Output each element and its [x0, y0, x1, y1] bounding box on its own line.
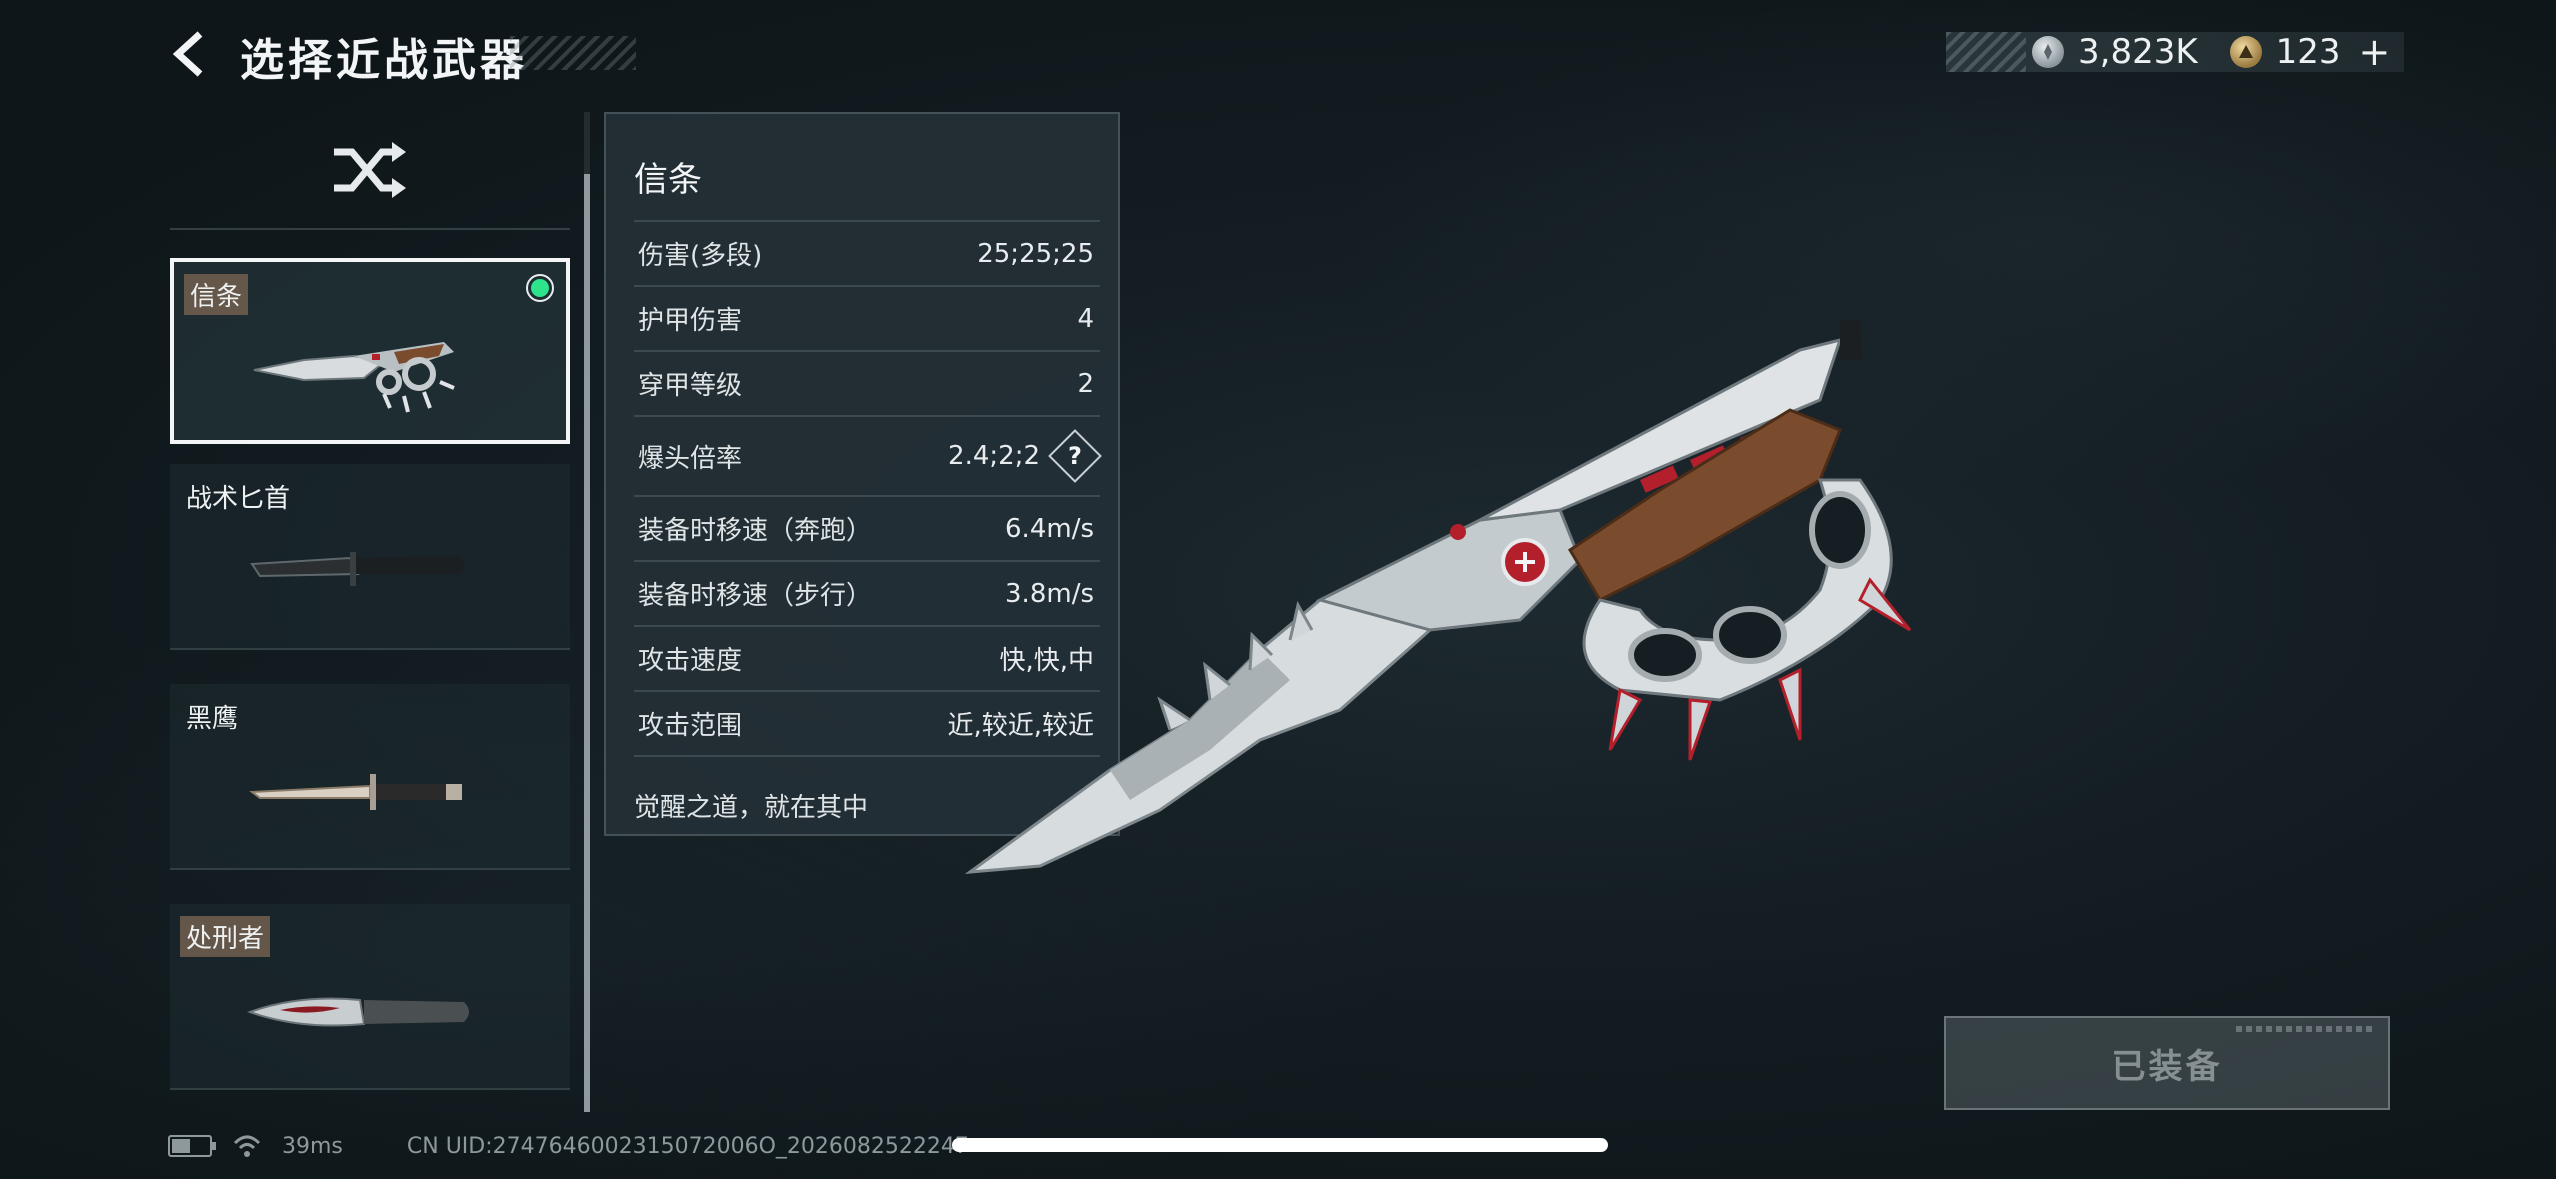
silver-coin-icon: [2032, 36, 2064, 68]
weapon-card-xintiao[interactable]: 信条: [170, 258, 570, 444]
random-weapon-button[interactable]: [170, 112, 570, 230]
weapon-name: 处刑者: [180, 916, 271, 957]
weapon-card-black-hawk[interactable]: 黑鹰: [170, 684, 570, 870]
weapon-thumbnail-black-hawk: [249, 774, 462, 810]
stat-label: 穿甲等级: [638, 371, 743, 401]
home-indicator[interactable]: [952, 1138, 1608, 1152]
status-bar: 39ms CN UID:2747646002315072006O_2026082…: [168, 1128, 969, 1164]
stat-label: 攻击范围: [638, 711, 743, 741]
equipped-button[interactable]: 已装备: [1944, 1016, 2390, 1110]
stat-label: 爆头倍率: [638, 443, 743, 474]
page-title: 选择近战武器: [240, 35, 528, 86]
stats-weapon-name: 信条: [634, 160, 702, 200]
title-decoration: [510, 36, 636, 70]
stat-value: 25;25;25: [977, 238, 1094, 269]
stat-label: 护甲伤害: [638, 306, 743, 336]
back-button[interactable]: [168, 28, 212, 80]
weapon-card-tactical-dagger[interactable]: 战术匕首: [170, 464, 570, 650]
wifi-icon: [233, 1135, 261, 1157]
weapon-card-executioner[interactable]: 处刑者: [170, 904, 570, 1090]
player-uid: CN UID:2747646002315072006O_202608252224…: [406, 1133, 969, 1159]
gold-coin-icon: [2229, 36, 2262, 68]
weapon-thumbnail-knuckle-knife: [253, 342, 455, 413]
ping-value: 39ms: [282, 1133, 343, 1159]
equipped-indicator-icon: [526, 274, 554, 302]
stat-label: 装备时移速（奔跑）: [638, 516, 873, 546]
stat-label: 攻击速度: [638, 646, 743, 676]
gold-coin-amount: 123: [2275, 32, 2341, 72]
weapon-name: 黑鹰: [186, 704, 239, 734]
stat-label: 伤害(多段): [638, 241, 763, 271]
currency-bar: 3,823K 123 +: [1946, 32, 2404, 72]
stat-row-damage: 伤害(多段) 25;25;25: [634, 220, 1100, 285]
weapon-thumbnail-executioner: [247, 997, 469, 1027]
weapon-thumbnail-tactical-dagger: [250, 552, 465, 586]
back-arrow-icon: [172, 31, 203, 77]
weapon-list-scrollbar[interactable]: [584, 112, 590, 1112]
shuffle-icon: [334, 142, 406, 198]
stat-label: 装备时移速（步行）: [638, 581, 873, 611]
add-currency-button[interactable]: +: [2359, 33, 2391, 71]
battery-icon: [168, 1135, 216, 1157]
weapon-preview-knuckle-knife: [964, 320, 1912, 874]
weapon-name: 战术匕首: [186, 484, 291, 514]
silver-coin-amount: 3,823K: [2078, 32, 2198, 72]
weapon-name: 信条: [184, 274, 249, 315]
